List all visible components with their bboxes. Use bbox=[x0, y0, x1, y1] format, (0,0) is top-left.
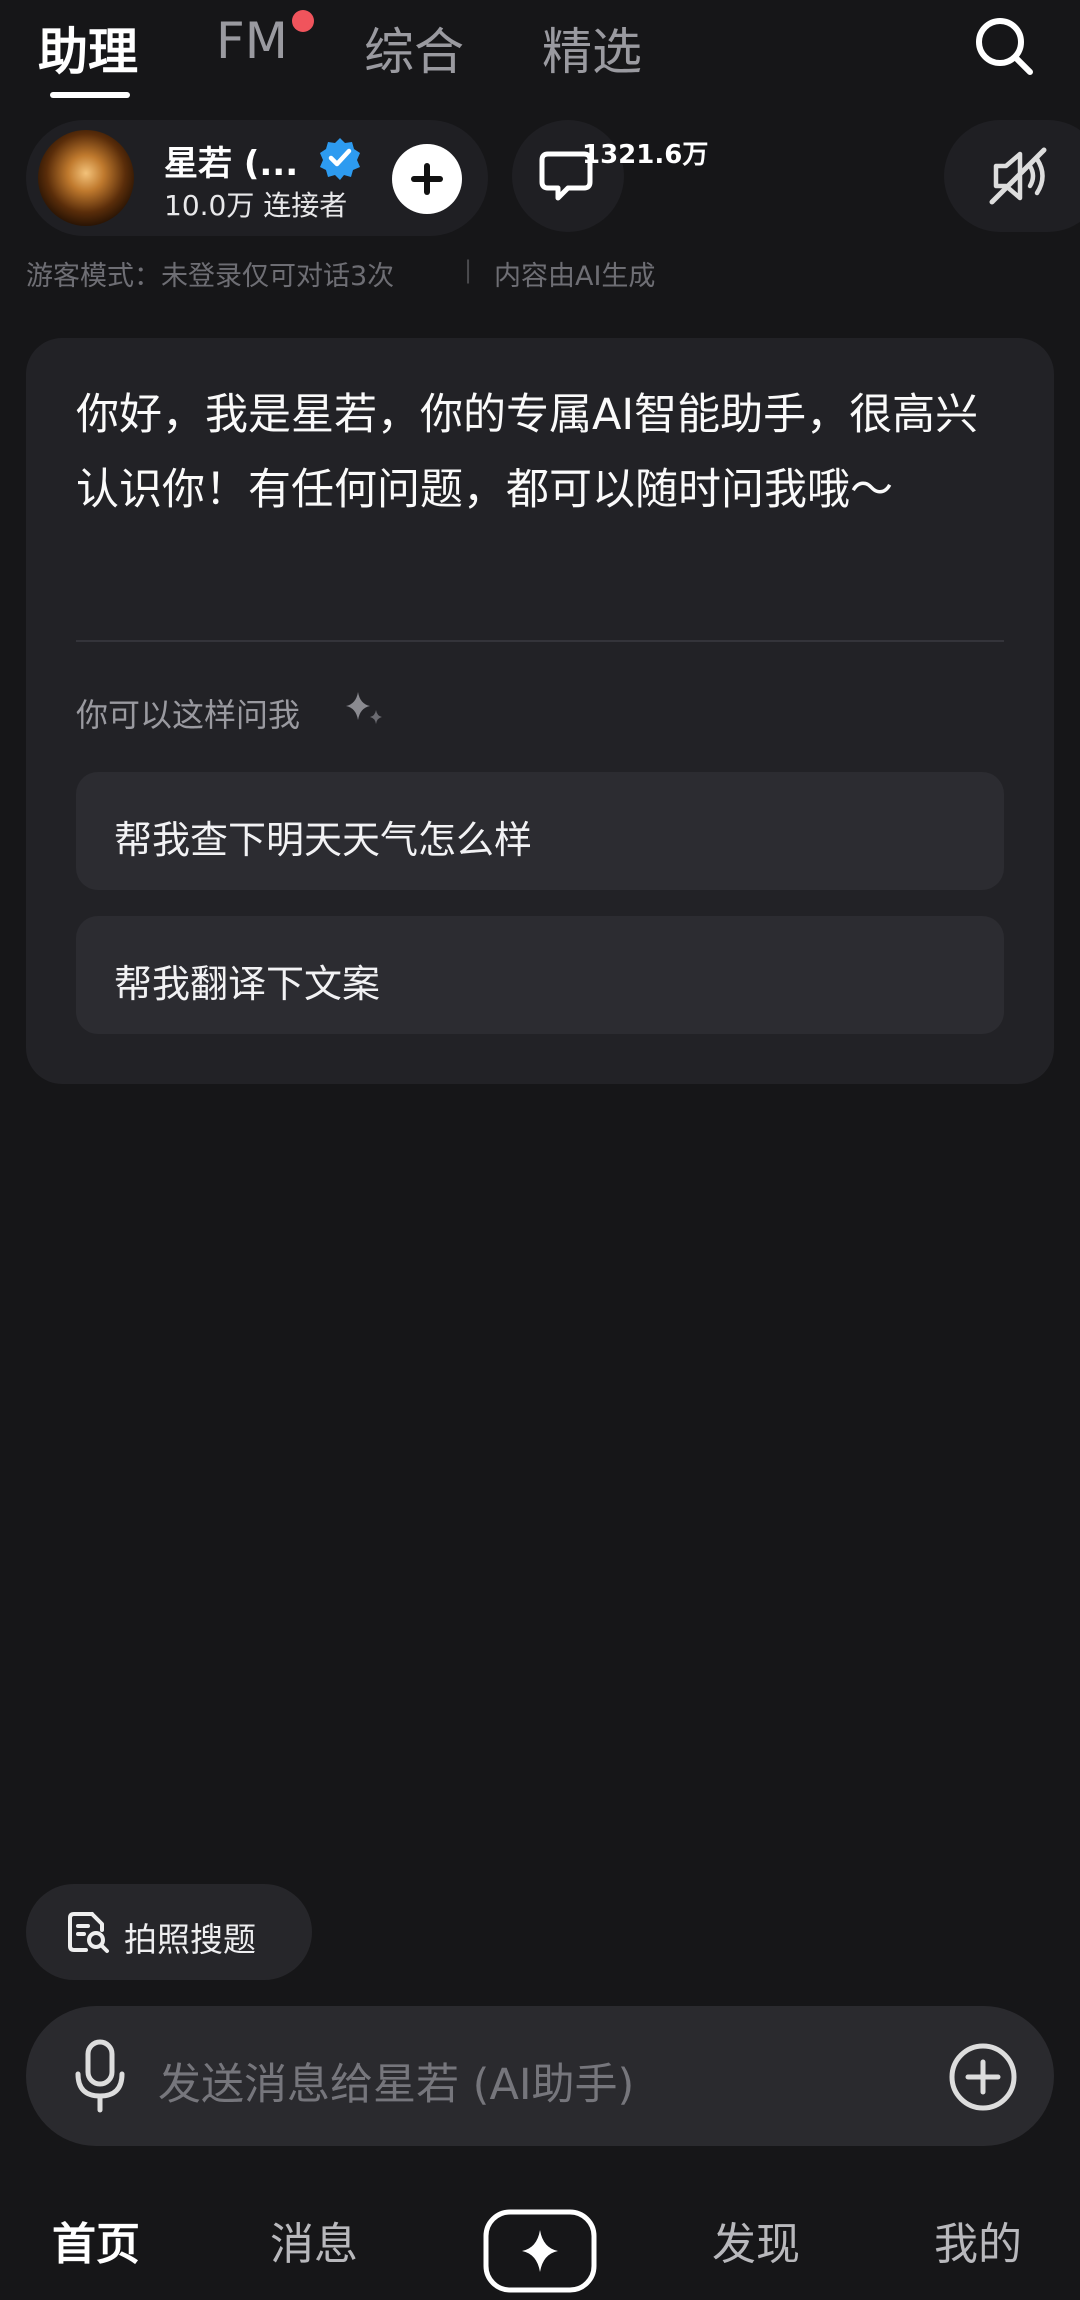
guest-mode-notice: 游客模式：未登录仅可对话3次 bbox=[26, 261, 395, 292]
mute-button[interactable] bbox=[944, 120, 1080, 232]
top-tab-bar: 助理 FM 综合 精选 bbox=[0, 0, 1080, 100]
photo-search-label: 拍照搜题 bbox=[124, 1920, 256, 1959]
greeting-message: 你好，我是星若，你的专属AI智能助手，很高兴认识你！有任何问题，都可以随时问我哦… bbox=[76, 390, 979, 515]
message-input-bar[interactable]: 发送消息给星若 (AI助手) bbox=[26, 2006, 1054, 2146]
suggestion-label: 你可以这样问我 bbox=[76, 696, 301, 734]
notice-separator: | bbox=[464, 256, 473, 284]
photo-search-icon bbox=[68, 1912, 109, 1953]
search-icon bbox=[976, 18, 1033, 75]
search-button[interactable] bbox=[972, 14, 1036, 78]
assistant-name: 星若 (... bbox=[164, 144, 299, 184]
tab-featured[interactable]: 精选 bbox=[542, 12, 642, 84]
mute-icon bbox=[989, 147, 1047, 205]
active-tab-indicator bbox=[50, 92, 130, 98]
nav-home[interactable]: 首页 bbox=[52, 2208, 140, 2272]
bottom-nav: 首页 消息 发现 我的 bbox=[0, 2190, 1080, 2300]
comment-count: 1321.6万 bbox=[582, 140, 709, 170]
tab-general[interactable]: 综合 bbox=[364, 12, 464, 84]
suggestion-text: 帮我翻译下文案 bbox=[114, 962, 381, 1006]
mic-icon[interactable] bbox=[70, 2038, 130, 2114]
notification-dot bbox=[292, 10, 314, 32]
suggestion-chip[interactable]: 帮我翻译下文案 bbox=[76, 916, 1004, 1034]
suggestion-text: 帮我查下明天天气怎么样 bbox=[114, 818, 533, 862]
follow-button[interactable] bbox=[392, 144, 462, 214]
verified-icon bbox=[320, 138, 360, 180]
ai-generated-notice: 内容由AI生成 bbox=[494, 261, 656, 292]
message-input[interactable]: 发送消息给星若 (AI助手) bbox=[158, 2050, 634, 2112]
create-icon[interactable] bbox=[482, 2208, 598, 2294]
nav-discover[interactable]: 发现 bbox=[712, 2208, 800, 2272]
connector-count: 10.0万 连接者 bbox=[164, 189, 348, 222]
add-circle-icon[interactable] bbox=[948, 2042, 1018, 2112]
nav-profile[interactable]: 我的 bbox=[934, 2208, 1022, 2272]
assistant-profile[interactable]: 星若 (... 10.0万 连接者 bbox=[26, 120, 488, 236]
nav-messages[interactable]: 消息 bbox=[270, 2208, 358, 2272]
photo-search-button[interactable]: 拍照搜题 bbox=[26, 1884, 312, 1980]
tab-fm[interactable]: FM bbox=[216, 12, 288, 70]
tab-assistant[interactable]: 助理 bbox=[38, 12, 138, 84]
avatar[interactable] bbox=[38, 130, 134, 226]
sparkle-icon bbox=[346, 692, 382, 724]
greeting-card: 你好，我是星若，你的专属AI智能助手，很高兴认识你！有任何问题，都可以随时问我哦… bbox=[26, 338, 1054, 1084]
divider bbox=[76, 640, 1004, 642]
plus-icon bbox=[411, 163, 443, 195]
suggestion-chip[interactable]: 帮我查下明天天气怎么样 bbox=[76, 772, 1004, 890]
